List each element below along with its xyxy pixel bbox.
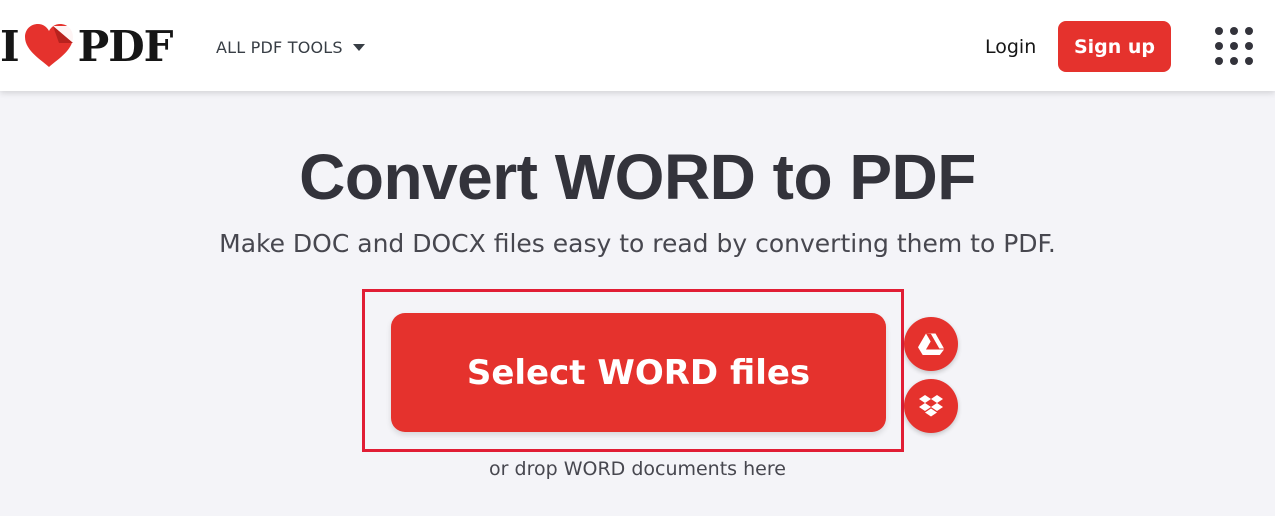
ilovepdf-logo[interactable]: I PDF bbox=[0, 21, 174, 71]
apps-dot bbox=[1230, 57, 1238, 65]
top-navbar: I PDF ALL PDF TOOLS Login Sign up bbox=[0, 0, 1275, 91]
select-word-files-button[interactable]: Select WORD files bbox=[391, 313, 886, 432]
page-title: Convert WORD to PDF bbox=[299, 141, 976, 213]
apps-dot bbox=[1230, 27, 1238, 35]
apps-dot bbox=[1245, 27, 1253, 35]
all-pdf-tools-menu[interactable]: ALL PDF TOOLS bbox=[216, 36, 365, 58]
logo-text-pdf: PDF bbox=[77, 21, 174, 71]
google-drive-icon bbox=[918, 333, 944, 355]
apps-dot bbox=[1245, 42, 1253, 50]
drop-hint-text: or drop WORD documents here bbox=[489, 458, 786, 480]
all-pdf-tools-label: ALL PDF TOOLS bbox=[216, 37, 343, 57]
apps-dot bbox=[1230, 42, 1238, 50]
heart-icon bbox=[24, 24, 73, 67]
google-drive-button[interactable] bbox=[904, 317, 958, 371]
apps-dot bbox=[1215, 42, 1223, 50]
page-subtitle: Make DOC and DOCX files easy to read by … bbox=[219, 229, 1056, 258]
dropbox-icon bbox=[919, 395, 943, 417]
logo-text-i: I bbox=[0, 21, 20, 71]
apps-dot bbox=[1215, 57, 1223, 65]
login-link[interactable]: Login bbox=[985, 36, 1036, 58]
apps-dot bbox=[1215, 27, 1223, 35]
dropbox-button[interactable] bbox=[904, 379, 958, 433]
apps-grid-icon[interactable] bbox=[1215, 27, 1253, 65]
signup-button[interactable]: Sign up bbox=[1058, 21, 1171, 72]
caret-down-icon bbox=[352, 43, 365, 51]
apps-dot bbox=[1245, 57, 1253, 65]
